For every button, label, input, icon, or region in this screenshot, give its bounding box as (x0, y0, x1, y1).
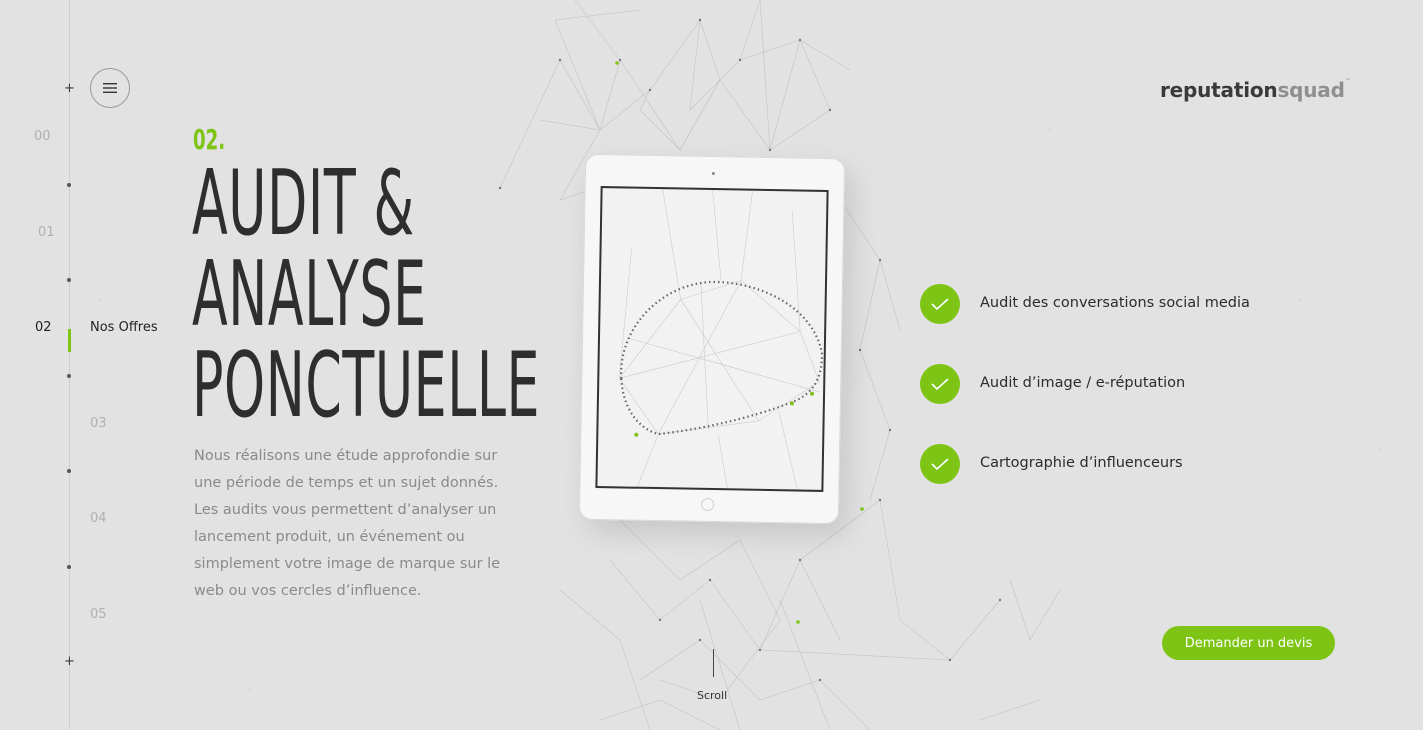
plus-icon: + (64, 81, 75, 96)
page-title-line: ANALYSE (192, 242, 427, 347)
nav-dot (67, 183, 71, 187)
request-quote-button[interactable]: Demander un devis (1162, 626, 1335, 660)
feature-label: Audit des conversations social media (980, 295, 1250, 311)
logo-trademark: ™ (1345, 78, 1351, 84)
tablet-screen (595, 186, 829, 492)
tablet-camera (711, 171, 715, 176)
nav-item-05[interactable]: 05 (90, 607, 107, 622)
check-icon (920, 364, 960, 404)
tablet-home-button (700, 497, 715, 512)
feature-label: Audit d’image / e-réputation (980, 375, 1186, 391)
nav-item-04[interactable]: 04 (90, 511, 107, 526)
brand-logo[interactable]: reputationsquad™ (1160, 78, 1351, 102)
page-title-line: PONCTUELLE (192, 333, 541, 438)
nav-item-02[interactable]: 02 (35, 320, 52, 335)
section-description: Nous réalisons une étude approfondie sur… (194, 448, 501, 599)
plus-icon: + (64, 654, 75, 669)
logo-text-accent: squad (1277, 78, 1345, 102)
check-icon (920, 444, 960, 484)
tablet-illustration (578, 153, 846, 525)
check-icon (920, 284, 960, 324)
nav-item-02-label[interactable]: Nos Offres (90, 320, 158, 335)
page-title: AUDIT & ANALYSE PONCTUELLE (192, 158, 540, 431)
nav-dot (67, 469, 71, 473)
network-graph-illustration (618, 189, 823, 490)
page-title-line: AUDIT & (192, 151, 415, 256)
logo-text-main: reputation (1160, 78, 1278, 102)
hamburger-icon (103, 83, 117, 93)
scroll-indicator-line (713, 649, 714, 677)
nav-item-00[interactable]: 00 (34, 129, 51, 144)
nav-rail-line (69, 0, 70, 730)
scroll-label[interactable]: Scroll (697, 689, 727, 702)
feature-label: Cartographie d’influenceurs (980, 455, 1183, 471)
nav-item-01[interactable]: 01 (38, 225, 55, 240)
nav-active-indicator (68, 329, 71, 352)
menu-button[interactable] (90, 68, 130, 108)
nav-dot (67, 278, 71, 282)
nav-dot (67, 565, 71, 569)
nav-dot (67, 374, 71, 378)
nav-item-03[interactable]: 03 (90, 416, 107, 431)
